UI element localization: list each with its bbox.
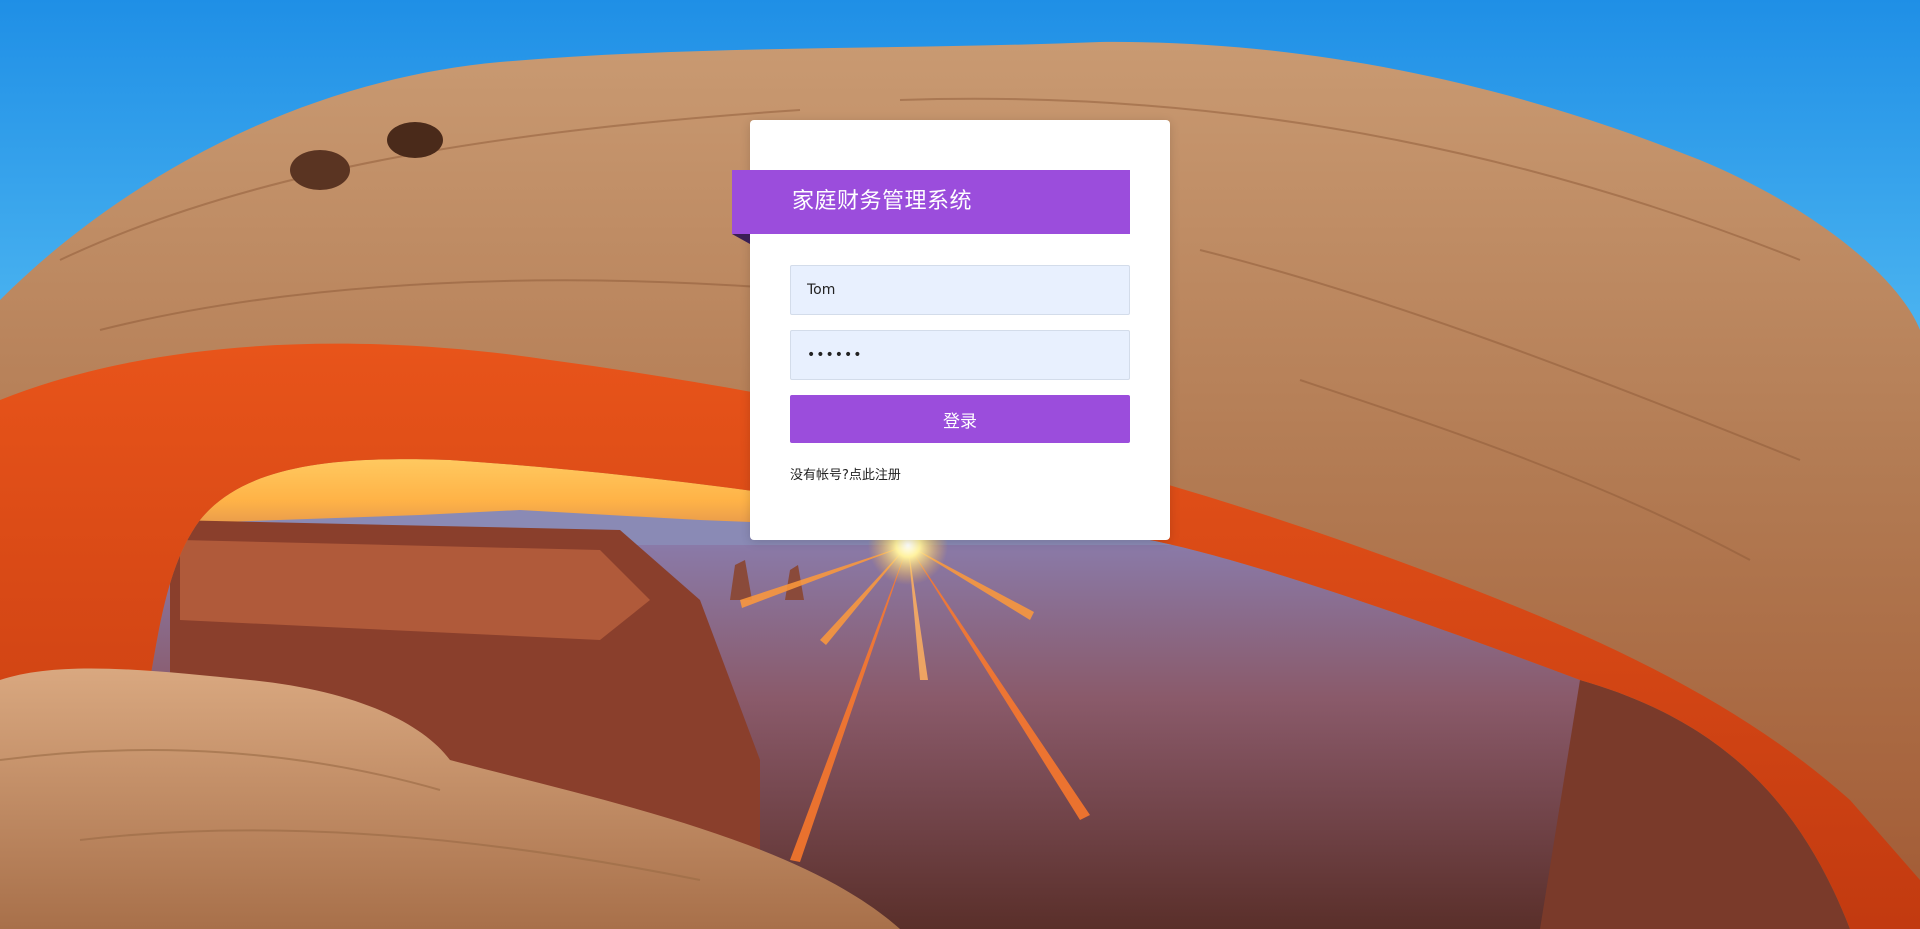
register-link[interactable]: 点此注册 [849,468,901,483]
username-input[interactable] [790,265,1130,315]
login-card: 家庭财务管理系统 登录 没有帐号?点此注册 [732,120,1170,540]
app-title: 家庭财务管理系统 [732,170,1130,234]
register-prompt: 没有帐号? [790,468,849,483]
login-button[interactable]: 登录 [790,395,1130,443]
ribbon-fold-decoration [732,234,750,244]
register-row: 没有帐号?点此注册 [790,464,901,483]
password-input[interactable] [790,330,1130,380]
